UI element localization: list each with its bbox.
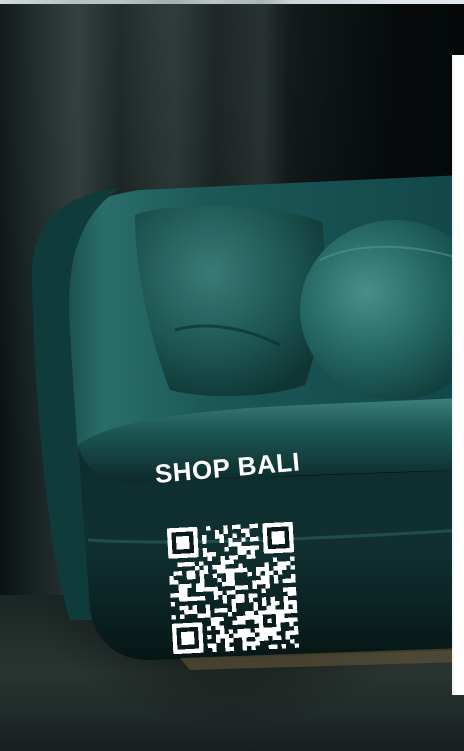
- qr-code-icon[interactable]: [166, 521, 300, 655]
- white-panel: [454, 55, 464, 695]
- photo-scene: SHOP BALI: [0, 0, 464, 751]
- qr-code-graphic: [166, 521, 300, 655]
